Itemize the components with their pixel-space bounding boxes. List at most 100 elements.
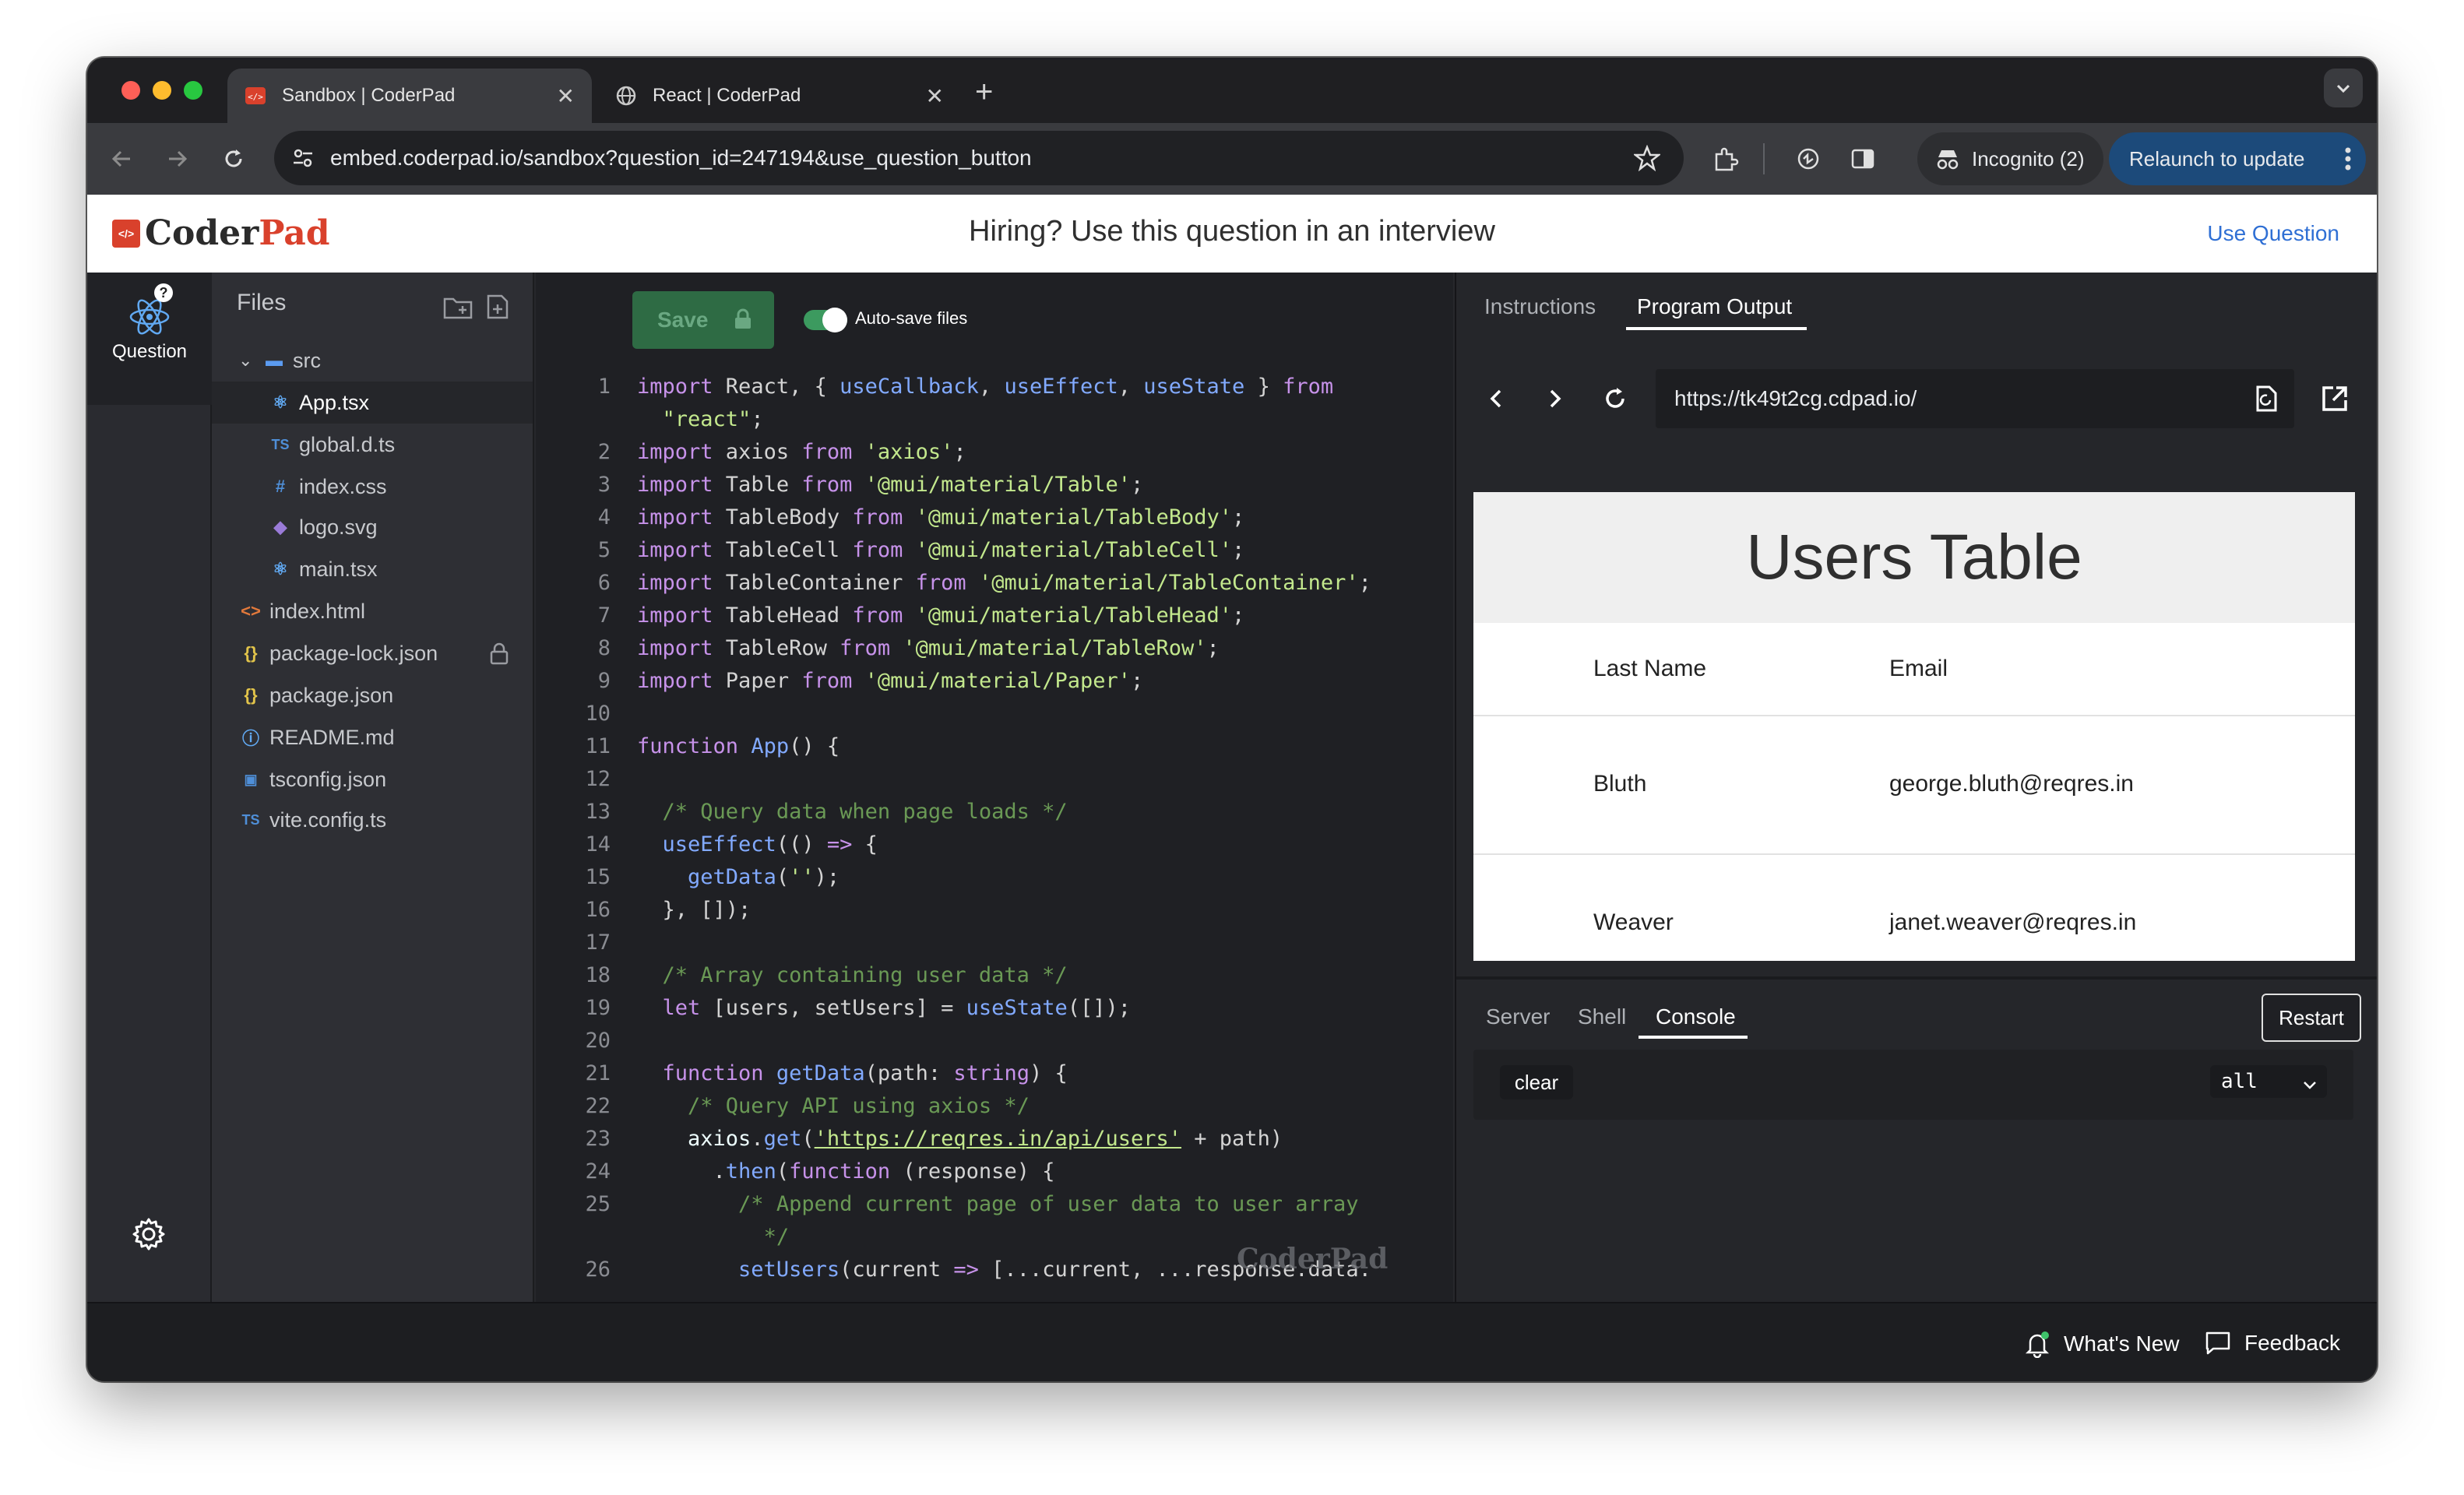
app-footer: What's New Feedback: [87, 1302, 2377, 1381]
tab-label: React | CoderPad: [653, 85, 801, 106]
tab-react[interactable]: React | CoderPad ✕: [598, 69, 961, 123]
whats-new-button[interactable]: What's New: [2023, 1330, 2180, 1358]
css-icon: #: [275, 477, 286, 496]
side-panel-icon[interactable]: [1849, 145, 1877, 177]
relaunch-button[interactable]: Relaunch to update: [2109, 132, 2366, 185]
close-tab-icon[interactable]: ✕: [557, 83, 575, 109]
preview-browser-bar: https://tk49t2cg.cdpad.io/: [1472, 369, 2367, 431]
file-tree: Files ⌄ ▬ src ⚛ App.tsx TS global.d.ts #…: [212, 273, 534, 1302]
tab-instructions[interactable]: Instructions: [1484, 294, 1596, 319]
tree-file-main-tsx[interactable]: ⚛ main.tsx: [268, 550, 377, 589]
react-atom-icon: [128, 297, 171, 340]
address-url-text: embed.coderpad.io/sandbox?question_id=24…: [330, 146, 1032, 170]
minimize-window-button[interactable]: [153, 81, 171, 100]
back-arrow-icon[interactable]: [103, 140, 140, 178]
tab-sandbox[interactable]: </> Sandbox | CoderPad ✕: [227, 69, 592, 123]
close-tab-icon[interactable]: ✕: [926, 83, 944, 109]
ts-config-icon: ▣: [244, 771, 258, 787]
question-rail-button[interactable]: ? Question: [87, 273, 212, 405]
column-header-last-name: Last Name: [1593, 656, 1707, 681]
site-settings-icon[interactable]: [291, 146, 315, 174]
extensions-puzzle-icon[interactable]: [1712, 145, 1740, 177]
coderpad-favicon-icon: </>: [245, 85, 266, 107]
tree-file-index-css[interactable]: # index.css: [268, 467, 387, 506]
question-badge: ?: [154, 283, 173, 302]
tab-console[interactable]: Console: [1656, 1004, 1736, 1029]
maximize-window-button[interactable]: [184, 81, 202, 100]
tab-server[interactable]: Server: [1486, 1004, 1550, 1029]
selected-file-highlight: [212, 382, 533, 424]
question-rail-label: Question: [111, 341, 188, 362]
tree-folder-src[interactable]: ⌄ ▬ src: [238, 341, 321, 380]
tree-file-global-d-ts[interactable]: TS global.d.ts: [268, 425, 395, 464]
feedback-button[interactable]: Feedback: [2204, 1330, 2340, 1356]
save-button[interactable]: Save: [632, 291, 774, 349]
close-window-button[interactable]: [121, 81, 140, 100]
react-icon: ⚛: [273, 392, 288, 412]
left-rail: ? Question: [87, 273, 212, 1302]
tree-file-app-tsx[interactable]: ⚛ App.tsx: [268, 383, 369, 422]
log-level-select[interactable]: all: [2210, 1065, 2327, 1098]
tree-file-package-json[interactable]: {} package.json: [238, 676, 393, 715]
open-external-icon[interactable]: [2319, 383, 2350, 418]
ts-icon: TS: [241, 811, 260, 828]
table-row: Bluth george.bluth@reqres.in: [1473, 716, 2355, 855]
tree-file-vite-config-ts[interactable]: TS vite.config.ts: [238, 800, 386, 839]
browser-window: </> Sandbox | CoderPad ✕ React | CoderPa…: [87, 58, 2377, 1381]
autosave-toggle[interactable]: [804, 308, 847, 332]
incognito-profile-button[interactable]: Incognito (2): [1917, 132, 2103, 185]
extension-icon[interactable]: [1794, 145, 1822, 177]
use-question-link[interactable]: Use Question: [2207, 221, 2339, 246]
incognito-icon: [1934, 147, 1961, 171]
code-editor[interactable]: Save Auto-save files 1 import React, { us…: [536, 273, 1536, 1302]
tree-file-tsconfig-json[interactable]: ▣ tsconfig.json: [238, 760, 386, 799]
restart-button[interactable]: Restart: [2262, 994, 2361, 1042]
preview-page: Users Table Last Name Email Bluth george…: [1473, 492, 2355, 961]
coderpad-header: </> CoderPad Hiring? Use this question i…: [87, 195, 2377, 273]
preview-forward-icon[interactable]: [1540, 385, 1568, 417]
bookmark-star-icon[interactable]: [1632, 144, 1662, 175]
reload-icon[interactable]: [215, 140, 252, 178]
address-bar[interactable]: embed.coderpad.io/sandbox?question_id=24…: [274, 131, 1684, 185]
html-icon: <>: [241, 601, 261, 621]
tree-file-index-html[interactable]: <> index.html: [238, 592, 365, 631]
new-folder-icon[interactable]: [442, 293, 473, 325]
tab-strip: </> Sandbox | CoderPad ✕ React | CoderPa…: [87, 58, 2377, 123]
json-icon: {}: [244, 685, 258, 705]
tab-program-output[interactable]: Program Output: [1637, 294, 1792, 319]
ts-icon: TS: [271, 436, 290, 452]
preview-reset-icon[interactable]: [2254, 385, 2279, 418]
svg-text:</>: </>: [248, 92, 263, 102]
tree-file-readme-md[interactable]: ⓘ README.md: [238, 718, 395, 757]
preview-back-icon[interactable]: [1483, 385, 1511, 417]
lock-icon: [734, 308, 752, 336]
preview-reload-icon[interactable]: [1601, 385, 1629, 417]
settings-gear-icon[interactable]: [131, 1216, 167, 1256]
react-icon: ⚛: [273, 559, 288, 579]
browser-toolbar: embed.coderpad.io/sandbox?question_id=24…: [87, 123, 2377, 195]
toggle-knob: [822, 308, 847, 332]
table-cell-email: george.bluth@reqres.in: [1889, 771, 2134, 797]
kebab-menu-icon[interactable]: [2344, 146, 2352, 177]
preview-title: Users Table: [1473, 492, 2355, 623]
relaunch-label: Relaunch to update: [2129, 146, 2305, 171]
folder-icon: ▬: [266, 350, 283, 370]
tab-search-chevron-icon[interactable]: [2324, 69, 2363, 107]
forward-arrow-icon[interactable]: [159, 140, 196, 178]
preview-url-field[interactable]: https://tk49t2cg.cdpad.io/: [1656, 369, 2294, 428]
tree-file-logo-svg[interactable]: ◆ logo.svg: [268, 508, 378, 547]
column-header-email: Email: [1889, 656, 1948, 681]
tree-file-package-lock-json[interactable]: {} package-lock.json: [238, 634, 438, 673]
table-row: Weaver janet.weaver@reqres.in: [1473, 855, 2355, 961]
table-cell-last-name: Bluth: [1593, 771, 1647, 797]
files-title: Files: [237, 290, 287, 315]
bell-icon: [2023, 1330, 2051, 1358]
toolbar-divider: [1763, 143, 1765, 174]
new-file-icon[interactable]: [484, 293, 511, 325]
table-cell-last-name: Weaver: [1593, 909, 1674, 935]
code-area[interactable]: 1 import React, { useCallback, useEffect,…: [536, 371, 1416, 1302]
clear-button[interactable]: clear: [1500, 1065, 1573, 1099]
hiring-tagline: Hiring? Use this question in an intervie…: [969, 215, 1495, 248]
new-tab-plus-icon[interactable]: +: [975, 75, 993, 110]
tab-shell[interactable]: Shell: [1578, 1004, 1626, 1029]
